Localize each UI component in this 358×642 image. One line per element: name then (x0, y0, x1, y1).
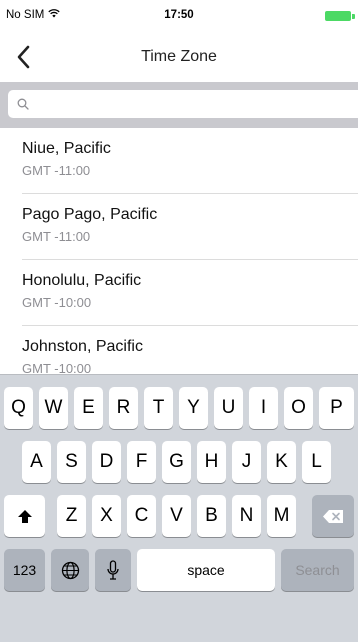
key-x[interactable]: X (92, 495, 121, 537)
keyboard: Q W E R T Y U I O P A S D F G H J K L Z … (0, 374, 358, 642)
key-y[interactable]: Y (179, 387, 208, 429)
key-u[interactable]: U (214, 387, 243, 429)
key-n[interactable]: N (232, 495, 261, 537)
search-key[interactable]: Search (281, 549, 354, 591)
time-zone-name: Honolulu, Pacific (22, 272, 142, 289)
battery-tip (352, 14, 355, 19)
space-key[interactable]: space (137, 549, 275, 591)
time-zone-offset: GMT -11:00 (22, 229, 91, 244)
time-zone-offset: GMT -11:00 (22, 163, 91, 178)
key-v[interactable]: V (162, 495, 191, 537)
key-p[interactable]: P (319, 387, 354, 429)
key-r[interactable]: R (109, 387, 138, 429)
key-f[interactable]: F (127, 441, 156, 483)
time-zone-offset: GMT -10:00 (22, 361, 92, 374)
globe-key[interactable] (51, 549, 89, 591)
status-time: 17:50 (164, 9, 194, 21)
list-item[interactable]: Pago Pago, Pacific GMT -11:00 (0, 194, 358, 260)
key-z[interactable]: Z (57, 495, 86, 537)
search-icon (17, 98, 29, 110)
time-zone-name: Johnston, Pacific (22, 338, 143, 355)
key-h[interactable]: H (197, 441, 226, 483)
key-g[interactable]: G (162, 441, 191, 483)
time-zone-name: Niue, Pacific (22, 140, 111, 157)
key-d[interactable]: D (92, 441, 121, 483)
microphone-icon (107, 559, 119, 580)
time-zone-list: Niue, Pacific GMT -11:00 Pago Pago, Paci… (0, 128, 358, 374)
microphone-key[interactable] (95, 549, 131, 591)
page-title: Time Zone (141, 48, 217, 65)
nav-bar: Time Zone (0, 32, 358, 82)
time-zone-offset: GMT -10:00 (22, 295, 92, 310)
key-s[interactable]: S (57, 441, 86, 483)
numbers-key[interactable]: 123 (4, 549, 45, 591)
search-bar (0, 82, 358, 128)
delete-key[interactable] (312, 495, 354, 537)
key-w[interactable]: W (39, 387, 68, 429)
battery-icon (325, 11, 351, 21)
shift-icon (17, 509, 32, 523)
search-input[interactable] (34, 96, 334, 112)
search-field[interactable] (8, 90, 358, 118)
delete-icon (323, 509, 343, 523)
list-item[interactable]: Niue, Pacific GMT -11:00 (0, 128, 358, 194)
status-bar: No SIM 17:50 (0, 0, 358, 32)
key-a[interactable]: A (22, 441, 51, 483)
list-item[interactable]: Honolulu, Pacific GMT -10:00 (0, 260, 358, 326)
key-m[interactable]: M (267, 495, 296, 537)
key-l[interactable]: L (302, 441, 331, 483)
key-i[interactable]: I (249, 387, 278, 429)
key-j[interactable]: J (232, 441, 261, 483)
list-item[interactable]: Johnston, Pacific GMT -10:00 (0, 326, 358, 374)
key-k[interactable]: K (267, 441, 296, 483)
key-e[interactable]: E (74, 387, 103, 429)
key-c[interactable]: C (127, 495, 156, 537)
time-zone-name: Pago Pago, Pacific (22, 206, 158, 223)
key-t[interactable]: T (144, 387, 173, 429)
key-o[interactable]: O (284, 387, 313, 429)
key-q[interactable]: Q (4, 387, 33, 429)
globe-icon (61, 561, 79, 579)
key-b[interactable]: B (197, 495, 226, 537)
shift-key[interactable] (4, 495, 45, 537)
